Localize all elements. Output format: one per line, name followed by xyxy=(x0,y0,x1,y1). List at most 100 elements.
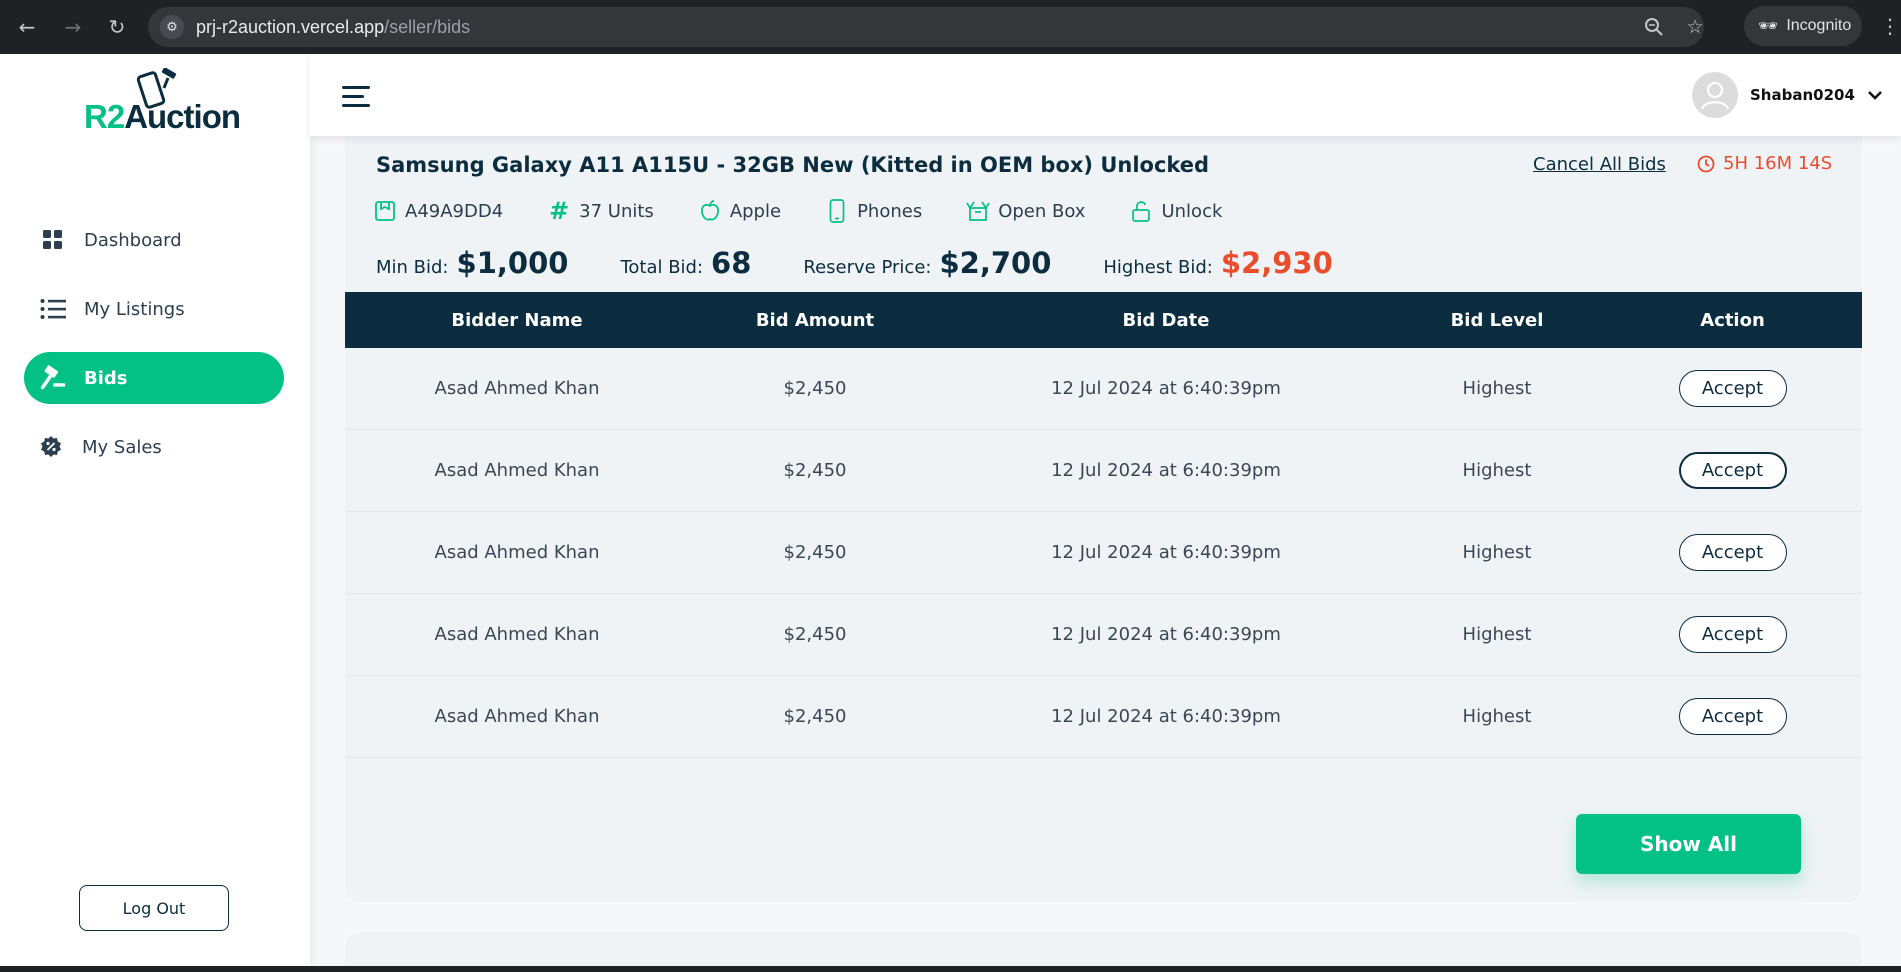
column-header: Bid Level xyxy=(1450,309,1544,331)
sidebar-item-label: Dashboard xyxy=(84,229,182,251)
hash-icon: # xyxy=(549,197,570,225)
total-bid-value: 68 xyxy=(711,246,752,280)
reload-icon[interactable]: ↻ xyxy=(100,10,134,44)
action-cell: Accept xyxy=(1603,534,1862,571)
bid-amount: $2,450 xyxy=(783,624,847,645)
accept-button[interactable]: Accept xyxy=(1678,370,1787,407)
column-header: Bid Date xyxy=(1122,309,1210,331)
table-row: Asad Ahmed Khan $2,450 12 Jul 2024 at 6:… xyxy=(345,594,1862,676)
unlock-icon xyxy=(1129,199,1153,223)
incognito-icon: 🕶 xyxy=(1758,18,1779,35)
bid-date: 12 Jul 2024 at 6:40:39pm xyxy=(1051,624,1281,645)
action-cell: Accept xyxy=(1603,616,1862,653)
site-info-icon[interactable]: ⚙ xyxy=(160,15,184,39)
bid-level: Highest xyxy=(1462,624,1532,645)
bid-amount: $2,450 xyxy=(783,460,847,481)
bid-level: Highest xyxy=(1462,542,1532,563)
sidebar-item-my-sales[interactable]: My Sales xyxy=(24,421,284,473)
avatar[interactable] xyxy=(1692,72,1738,118)
forward-icon[interactable]: → xyxy=(56,10,90,44)
bid-amount: $2,450 xyxy=(783,706,847,727)
bidder-name: Asad Ahmed Khan xyxy=(434,378,600,399)
accept-button[interactable]: Accept xyxy=(1678,616,1787,653)
bid-listing-card: Samsung Galaxy A11 A115U - 32GB New (Kit… xyxy=(345,94,1862,902)
bid-summary: Min Bid: $1,000 Total Bid: 68 Reserve Pr… xyxy=(376,246,1385,280)
min-bid: Min Bid: $1,000 xyxy=(376,246,568,280)
accept-button[interactable]: Accept xyxy=(1678,698,1787,735)
clock-icon xyxy=(1697,155,1715,172)
spec-units: # 37 Units xyxy=(547,197,654,225)
action-cell: Accept xyxy=(1603,698,1862,735)
bidder-name: Asad Ahmed Khan xyxy=(434,624,600,645)
table-header: Bidder Name Bid Amount Bid Date Bid Leve… xyxy=(345,292,1862,348)
spec-label: Open Box xyxy=(998,200,1086,222)
show-all-button[interactable]: Show All xyxy=(1576,814,1801,874)
bid-amount: $2,450 xyxy=(783,542,847,563)
timer-text: 5H 16M 14S xyxy=(1723,153,1833,174)
url-text[interactable]: prj-r2auction.vercel.app/seller/bids xyxy=(196,17,470,38)
address-bar[interactable]: ⚙ prj-r2auction.vercel.app/seller/bids ☆ xyxy=(148,7,1704,47)
product-title: Samsung Galaxy A11 A115U - 32GB New (Kit… xyxy=(376,153,1210,177)
back-icon[interactable]: ← xyxy=(10,10,44,44)
reserve-price-value: $2,700 xyxy=(939,246,1052,280)
spec-label: Apple xyxy=(729,200,782,222)
bidder-name: Asad Ahmed Khan xyxy=(434,706,600,727)
browser-toolbar: ← → ↻ ⚙ prj-r2auction.vercel.app/seller/… xyxy=(0,0,1901,54)
hamburger-menu-icon[interactable] xyxy=(342,84,372,108)
bookmark-star-icon[interactable]: ☆ xyxy=(1683,15,1707,39)
zoom-icon[interactable] xyxy=(1642,15,1666,39)
bid-date: 12 Jul 2024 at 6:40:39pm xyxy=(1051,378,1281,399)
top-header: Shaban0204 xyxy=(310,54,1901,136)
sidebar-item-my-listings[interactable]: My Listings xyxy=(24,283,284,335)
bidder-name: Asad Ahmed Khan xyxy=(434,542,600,563)
accept-button[interactable]: Accept xyxy=(1678,534,1787,571)
bids-table: Bidder Name Bid Amount Bid Date Bid Leve… xyxy=(345,292,1862,758)
next-listing-card xyxy=(345,932,1862,966)
table-row: Asad Ahmed Khan $2,450 12 Jul 2024 at 6:… xyxy=(345,430,1862,512)
sidebar-item-label: My Sales xyxy=(82,436,162,458)
incognito-badge[interactable]: 🕶 Incognito xyxy=(1744,6,1862,46)
logo[interactable]: R2Auction xyxy=(84,68,241,138)
logo-text: R2Auction xyxy=(84,98,241,135)
bid-date: 12 Jul 2024 at 6:40:39pm xyxy=(1051,542,1281,563)
sidebar-item-dashboard[interactable]: Dashboard xyxy=(24,214,284,266)
spec-label: Unlock xyxy=(1161,200,1223,222)
sidebar-item-bids[interactable]: Bids xyxy=(24,352,284,404)
grid-icon xyxy=(40,227,66,253)
logout-button[interactable]: Log Out xyxy=(79,885,229,931)
app-viewport: R2Auction Dashboard My Listings Bids My … xyxy=(0,54,1901,966)
reserve-price-label: Reserve Price: xyxy=(803,257,932,278)
accept-button[interactable]: Accept xyxy=(1678,452,1787,489)
cancel-all-bids-link[interactable]: Cancel All Bids xyxy=(1533,154,1666,175)
action-cell: Accept xyxy=(1603,452,1862,489)
highest-bid-value: $2,930 xyxy=(1220,246,1333,280)
spec-label: A49A9DD4 xyxy=(405,200,504,222)
bid-level: Highest xyxy=(1462,378,1532,399)
user-menu[interactable]: Shaban0204 xyxy=(1692,72,1883,118)
spec-sku: A49A9DD4 xyxy=(373,199,503,223)
window-bottom-edge xyxy=(0,966,1901,972)
chevron-down-icon[interactable] xyxy=(1867,89,1883,101)
sales-badge-icon xyxy=(38,434,64,460)
bid-level: Highest xyxy=(1462,460,1532,481)
incognito-label: Incognito xyxy=(1786,17,1852,34)
bid-level: Highest xyxy=(1462,706,1532,727)
table-row: Asad Ahmed Khan $2,450 12 Jul 2024 at 6:… xyxy=(345,512,1862,594)
countdown-timer: 5H 16M 14S xyxy=(1697,153,1832,174)
list-icon xyxy=(40,296,66,322)
bid-date: 12 Jul 2024 at 6:40:39pm xyxy=(1051,460,1281,481)
sidebar-item-label: Bids xyxy=(84,367,128,389)
username: Shaban0204 xyxy=(1750,86,1855,104)
spec-category: Phones xyxy=(825,199,922,223)
spec-lock-status: Unlock xyxy=(1129,199,1222,223)
highest-bid: Highest Bid: $2,930 xyxy=(1103,246,1332,280)
box-icon xyxy=(966,199,990,223)
total-bid-label: Total Bid: xyxy=(620,257,704,278)
action-cell: Accept xyxy=(1603,370,1862,407)
spec-condition: Open Box xyxy=(966,199,1085,223)
browser-menu-icon[interactable]: ⋮ xyxy=(1880,14,1900,38)
sidebar-item-label: My Listings xyxy=(84,298,185,320)
user-avatar-icon xyxy=(1700,81,1730,110)
sidebar-nav: Dashboard My Listings Bids My Sales xyxy=(24,214,284,490)
column-header: Action xyxy=(1700,309,1765,331)
